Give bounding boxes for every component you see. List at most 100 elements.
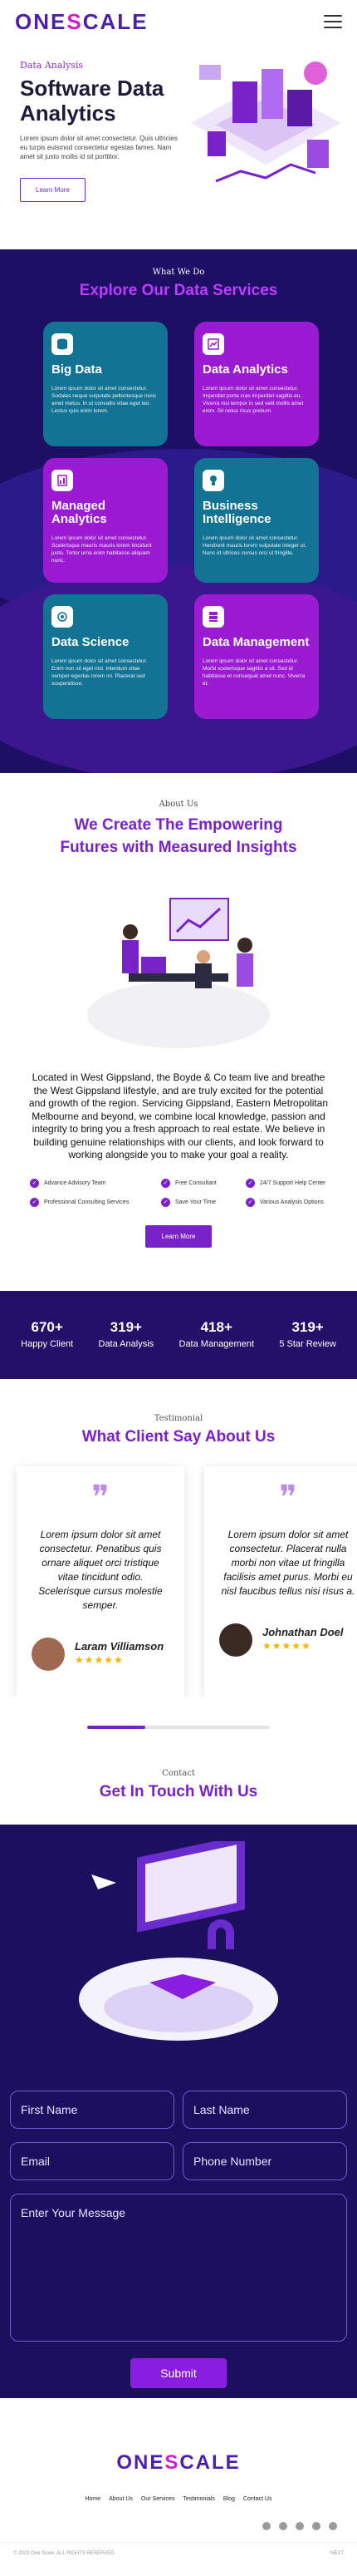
- service-card-data-analytics[interactable]: Data Analytics Lorem ipsum dolor sit ame…: [194, 322, 319, 446]
- rating-stars: ★★★★★: [262, 1640, 311, 1652]
- service-title: Data Analytics: [203, 362, 288, 377]
- hero-section: Data Analysis Software Data Analytics Lo…: [0, 43, 357, 249]
- testimonial-author: Johnathan Doel ★★★★★: [219, 1623, 357, 1657]
- database-icon: [51, 333, 73, 355]
- testimonial-text: Lorem ipsum dolor sit amet consectetur. …: [221, 1528, 355, 1597]
- footer-link-testimonials[interactable]: Testimonials: [183, 2496, 215, 2502]
- author-name: Laram Villiamson: [75, 1640, 164, 1652]
- about-section: About Us We Create The Empowering Future…: [0, 773, 357, 1248]
- stat-item: 319+ Data Analysis: [98, 1318, 154, 1349]
- contact-eyebrow: Contact: [162, 1768, 195, 1778]
- carousel-scrollbar[interactable]: [87, 1725, 270, 1729]
- service-card-data-management[interactable]: Data Management Lorem ipsum dolor sit am…: [194, 594, 319, 719]
- hero-learn-more-button[interactable]: Learn More: [20, 178, 86, 202]
- first-name-field[interactable]: First Name: [10, 2090, 174, 2129]
- testimonials-eyebrow: Testimonial: [154, 1413, 203, 1423]
- about-title: We Create The Empowering Futures with Me…: [60, 816, 297, 856]
- hero-title: Software Data Analytics: [20, 76, 164, 126]
- footer-link-services[interactable]: Our Services: [141, 2496, 174, 2502]
- logo[interactable]: ONESCALE: [15, 9, 148, 35]
- footer-logo[interactable]: ONESCALE: [0, 2451, 357, 2475]
- service-text: Lorem ipsum dolor sit amet consectetur. …: [51, 658, 148, 687]
- feature-item: ✓ 24/7 Support Help Center: [246, 1178, 345, 1188]
- footer-link-contact[interactable]: Contact Us: [243, 2496, 272, 2502]
- server-icon: [203, 606, 224, 628]
- check-icon: ✓: [246, 1197, 255, 1207]
- contact-section: First Name Last Name Email Phone Number …: [0, 1824, 357, 2398]
- feature-item: ✓ Various Analysis Options: [246, 1197, 345, 1207]
- submit-button[interactable]: Submit: [130, 2357, 227, 2388]
- contact-illustration: [79, 1840, 278, 2041]
- service-card-big-data[interactable]: Big Data Lorem ipsum dolor sit amet cons…: [43, 322, 168, 446]
- twitter-icon[interactable]: [312, 2521, 320, 2530]
- facebook-icon[interactable]: [262, 2521, 271, 2530]
- testimonial-author: Laram Villiamson ★★★★★: [32, 1637, 169, 1671]
- hero-text: Lorem ipsum dolor sit amet consectetur. …: [20, 135, 178, 160]
- bulb-icon: [203, 470, 224, 491]
- message-field[interactable]: Enter Your Message: [10, 2193, 347, 2342]
- footer-link-home[interactable]: Home: [85, 2496, 100, 2502]
- testimonial-text: Lorem ipsum dolor sit amet consectetur. …: [38, 1528, 163, 1611]
- last-name-field[interactable]: Last Name: [183, 2090, 347, 2129]
- quote-icon: ❞: [279, 1478, 297, 1517]
- service-card-data-science[interactable]: Data Science Lorem ipsum dolor sit amet …: [43, 594, 168, 719]
- site-footer: ONESCALE Home About Us Our Services Test…: [0, 2398, 357, 2556]
- check-icon: ✓: [161, 1197, 170, 1207]
- linkedin-icon[interactable]: [329, 2521, 337, 2530]
- feature-item: ✓ Save Your Time: [161, 1197, 246, 1207]
- menu-icon[interactable]: [324, 15, 342, 28]
- instagram-icon[interactable]: [279, 2521, 287, 2530]
- check-icon: ✓: [161, 1178, 170, 1188]
- science-icon: [51, 606, 73, 628]
- service-card-business-intelligence[interactable]: Business Intelligence Lorem ipsum dolor …: [194, 458, 319, 583]
- check-icon: ✓: [30, 1197, 39, 1207]
- next-link[interactable]: NEXT: [330, 2551, 344, 2556]
- stat-item: 418+ Data Management: [178, 1318, 255, 1349]
- avatar: [219, 1623, 252, 1657]
- service-title: Managed Analytics: [51, 499, 107, 526]
- phone-field[interactable]: Phone Number: [183, 2141, 347, 2180]
- pinterest-icon[interactable]: [296, 2521, 304, 2530]
- copyright-bar: © 2022 One Scale, ALL RIGHTS RESERVED. N…: [0, 2541, 357, 2556]
- service-title: Data Management: [203, 635, 310, 649]
- service-card-managed-analytics[interactable]: Managed Analytics Lorem ipsum dolor sit …: [43, 458, 168, 583]
- feature-item: ✓ Advance Advisory Team: [30, 1178, 161, 1188]
- service-text: Lorem ipsum dolor sit amet consectetur. …: [203, 535, 307, 556]
- services-title: Explore Our Data Services: [79, 282, 278, 299]
- footer-link-blog[interactable]: Blog: [223, 2496, 235, 2502]
- stat-item: 319+ 5 Star Review: [279, 1318, 336, 1349]
- footer-link-about[interactable]: About Us: [109, 2496, 133, 2502]
- service-text: Lorem ipsum dolor sit amet consectetur. …: [51, 386, 157, 414]
- logo-text-pre: ONE: [15, 8, 67, 34]
- services-eyebrow: What We Do: [152, 268, 205, 277]
- contact-form: First Name Last Name Email Phone Number …: [10, 2090, 347, 2388]
- copyright-text: © 2022 One Scale, ALL RIGHTS RESERVED.: [13, 2550, 116, 2556]
- testimonials-section: Testimonial What Client Say About Us ❞ L…: [0, 1379, 357, 1729]
- services-section: What We Do Explore Our Data Services Big…: [0, 249, 357, 773]
- email-field[interactable]: Email: [10, 2141, 174, 2180]
- service-text: Lorem ipsum dolor sit amet consectetur. …: [203, 386, 304, 414]
- avatar: [32, 1637, 65, 1671]
- service-title: Business Intelligence: [203, 499, 271, 526]
- testimonial-card: ❞ Lorem ipsum dolor sit amet consectetur…: [17, 1465, 184, 1697]
- testimonial-carousel[interactable]: ❞ Lorem ipsum dolor sit amet consectetur…: [0, 1446, 357, 1697]
- contact-title: Get In Touch With Us: [99, 1782, 258, 1800]
- chart-icon: [203, 333, 224, 355]
- hero-illustration: [191, 62, 340, 183]
- about-illustration: [87, 898, 270, 1048]
- about-text: Located in West Gippsland, the Boyde & C…: [28, 1071, 329, 1160]
- rating-stars: ★★★★★: [75, 1654, 124, 1666]
- testimonials-title: What Client Say About Us: [81, 1427, 276, 1446]
- page: ONESCALE Data Analysis Software Data Ana…: [0, 0, 357, 2576]
- about-learn-more-button[interactable]: Learn More: [144, 1224, 213, 1248]
- logo-text-post: CALE: [82, 8, 149, 34]
- service-text: Lorem ipsum dolor sit amet consectetur. …: [203, 658, 306, 687]
- carousel-scroll-thumb[interactable]: [87, 1725, 145, 1729]
- social-links: [0, 2521, 357, 2530]
- check-icon: ✓: [246, 1178, 255, 1188]
- stat-item: 670+ Happy Client: [21, 1318, 74, 1349]
- site-header: ONESCALE: [0, 0, 357, 43]
- feature-item: ✓ Professional Consulting Services: [30, 1197, 161, 1207]
- about-eyebrow: About Us: [159, 800, 198, 809]
- testimonial-card: ❞ Lorem ipsum dolor sit amet consectetur…: [204, 1465, 357, 1697]
